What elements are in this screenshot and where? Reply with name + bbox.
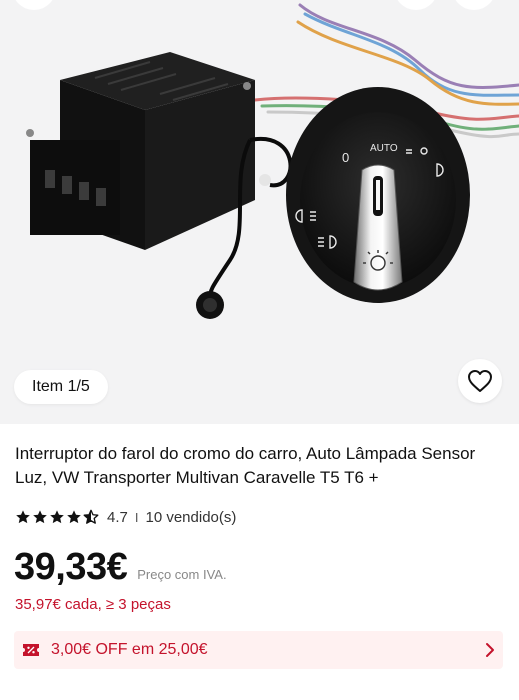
price-tax-note: Preço com IVA. — [137, 567, 227, 582]
bulk-price: 35,97€ cada, ≥ 3 peças — [15, 596, 171, 613]
rating-separator: I — [134, 509, 139, 525]
coupon-ticket-icon — [23, 644, 39, 656]
price-row: 39,33€ Preço com IVA. — [14, 546, 227, 589]
coupon-text: 3,00€ OFF em 25,00€ — [51, 641, 208, 658]
star-icon — [67, 510, 81, 524]
sold-count: 10 vendido(s) — [145, 508, 237, 526]
switch-zero-label: 0 — [342, 150, 349, 165]
rating-stars — [15, 509, 99, 525]
star-icon — [33, 510, 47, 524]
coupon-banner[interactable]: 3,00€ OFF em 25,00€ — [14, 631, 503, 669]
price: 39,33€ — [14, 546, 128, 588]
item-indicator: Item 1/5 — [14, 370, 108, 404]
rating-value: 4.7 — [107, 508, 128, 526]
product-image-gallery[interactable]: 0 AUTO Item 1/5 — [0, 0, 519, 424]
rating-row[interactable]: 4.7 I 10 vendido(s) — [15, 506, 236, 528]
heart-outline-icon — [468, 370, 492, 392]
product-image: 0 AUTO — [26, 3, 519, 319]
product-title: Interruptor do farol do cromo do carro, … — [15, 444, 476, 487]
switch-auto-label: AUTO — [370, 143, 398, 154]
star-icon — [16, 510, 30, 524]
star-half-icon — [83, 509, 99, 524]
favorite-button[interactable] — [458, 359, 502, 403]
chevron-right-icon — [486, 643, 494, 657]
star-icon — [50, 510, 64, 524]
